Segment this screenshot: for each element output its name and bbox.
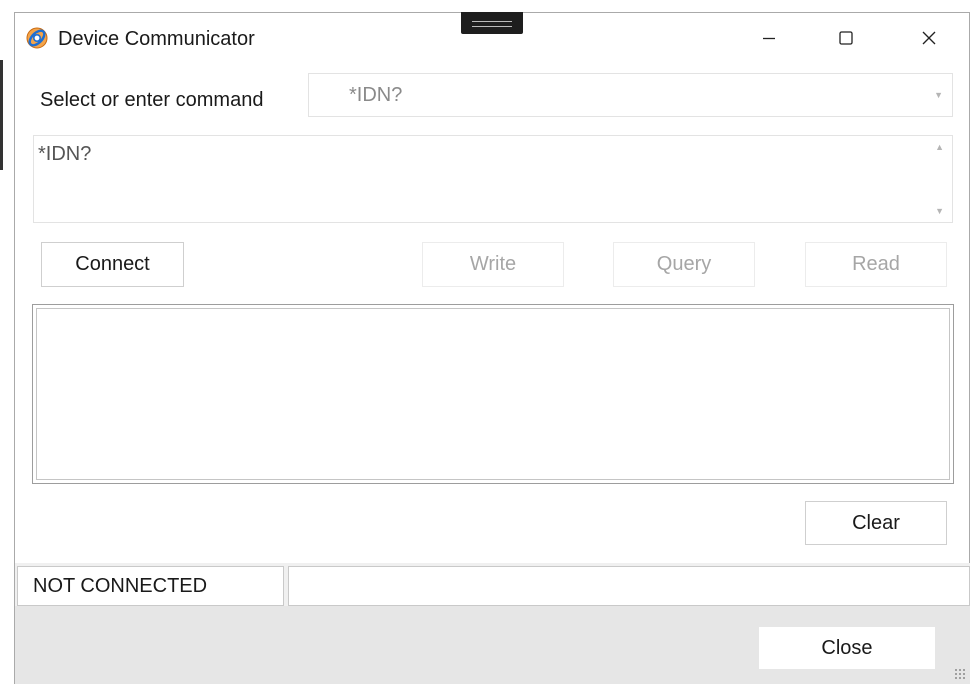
scroll-down-arrow-icon[interactable]: ▼ xyxy=(935,206,944,216)
read-button[interactable]: Read xyxy=(805,242,947,287)
close-window-button[interactable] xyxy=(906,20,952,56)
snap-layout-handle[interactable] xyxy=(461,12,523,34)
command-combobox-value: *IDN? xyxy=(349,84,403,106)
command-textarea-value: *IDN? xyxy=(38,143,92,165)
chevron-down-icon[interactable]: ▼ xyxy=(934,90,943,100)
background-edge xyxy=(0,60,3,170)
clear-button[interactable]: Clear xyxy=(805,501,947,545)
scroll-up-arrow-icon[interactable]: ▲ xyxy=(935,142,944,152)
resize-grip-icon[interactable] xyxy=(954,668,966,680)
close-icon xyxy=(922,31,936,45)
app-logo-icon xyxy=(25,26,49,50)
connect-button[interactable]: Connect xyxy=(41,242,184,287)
command-combobox[interactable]: *IDN? ▼ xyxy=(308,73,953,117)
maximize-button[interactable] xyxy=(823,20,869,56)
connection-status: NOT CONNECTED xyxy=(17,566,284,606)
response-output-box[interactable] xyxy=(32,304,954,484)
command-label: Select or enter command xyxy=(40,89,264,111)
maximize-icon xyxy=(839,31,853,45)
write-button[interactable]: Write xyxy=(422,242,564,287)
close-button[interactable]: Close xyxy=(759,627,935,669)
minimize-icon xyxy=(763,37,775,40)
status-message xyxy=(288,566,970,606)
connection-status-text: NOT CONNECTED xyxy=(33,574,208,597)
response-output-text xyxy=(36,308,950,480)
command-textarea[interactable]: *IDN? ▲ ▼ xyxy=(33,135,953,223)
query-button[interactable]: Query xyxy=(613,242,755,287)
minimize-button[interactable] xyxy=(746,20,792,56)
window-title: Device Communicator xyxy=(58,28,255,50)
